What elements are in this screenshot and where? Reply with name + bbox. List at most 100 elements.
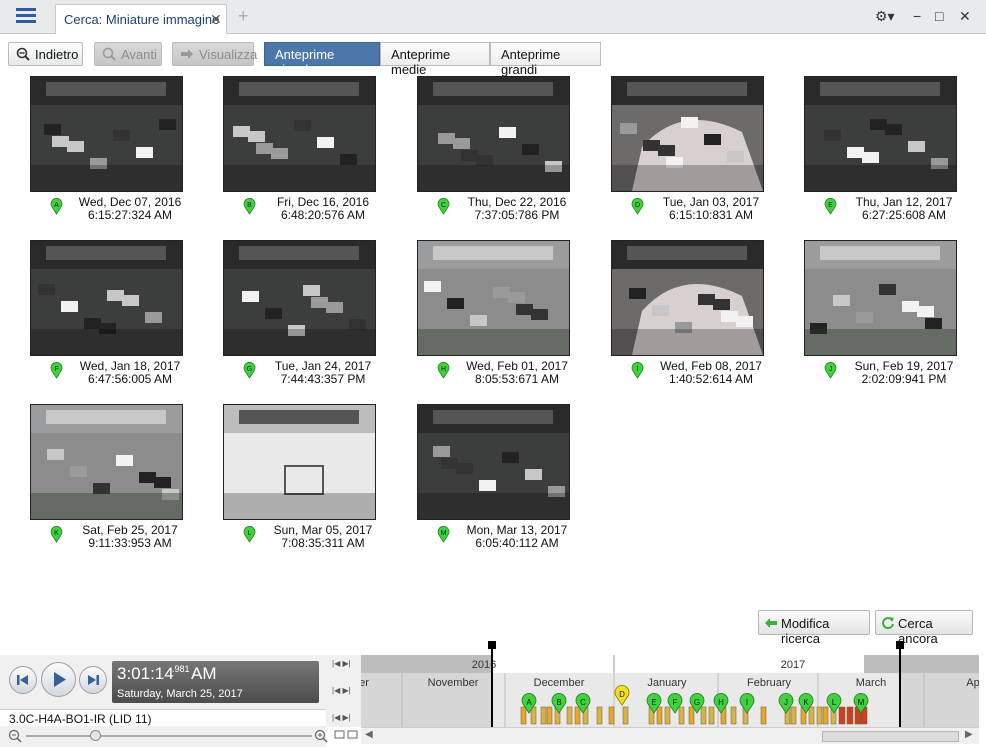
event-bar[interactable] <box>520 706 527 725</box>
thumbnail-caption: Thu, Dec 22, 2016 7:37:05:786 PM <box>452 196 582 222</box>
event-bar[interactable] <box>608 706 615 725</box>
event-bar[interactable] <box>838 706 846 725</box>
back-button[interactable]: Indietro <box>8 42 83 66</box>
range-start-knob[interactable] <box>488 641 496 649</box>
step-forward-button[interactable] <box>79 666 107 694</box>
event-bar[interactable] <box>760 706 767 725</box>
play-button[interactable] <box>41 662 76 697</box>
timeline-scrollbar[interactable]: ◀ ▶ <box>361 727 979 744</box>
zoom-slider-thumb[interactable] <box>90 730 101 741</box>
event-bar[interactable] <box>730 706 737 725</box>
view-button[interactable]: Visualizza <box>172 42 257 66</box>
thumbnail-i[interactable] <box>611 240 764 356</box>
event-bar[interactable] <box>656 706 663 725</box>
timeline-canvas[interactable]: 20162017berNovemberDecemberJanuaryFebrua… <box>361 655 979 727</box>
next-frame-icon[interactable]: |◀ ▶| <box>332 713 351 722</box>
thumbnail-g[interactable] <box>223 240 376 356</box>
thumbnail-e[interactable] <box>804 76 957 192</box>
thumbnail-caption: Sun, Feb 19, 2017 2:02:09:941 PM <box>839 360 969 386</box>
svg-text:A: A <box>54 202 59 209</box>
modify-search-button[interactable]: Modifica ricerca <box>758 610 870 646</box>
event-bar[interactable] <box>678 706 685 725</box>
search-again-button[interactable]: Cerca ancora <box>875 610 973 646</box>
timeline-month: January <box>647 677 687 689</box>
close-window-icon[interactable]: ✕ <box>959 8 971 25</box>
thumbnail-c[interactable] <box>417 76 570 192</box>
event-bar[interactable] <box>596 706 603 725</box>
thumbnail-image <box>31 77 182 191</box>
event-bar[interactable] <box>546 706 553 725</box>
event-bar[interactable] <box>822 706 829 725</box>
thumbnail-d[interactable] <box>611 76 764 192</box>
timeline-month: December <box>534 677 585 689</box>
timeline-options-icon[interactable] <box>334 728 360 742</box>
event-bar[interactable] <box>816 706 823 725</box>
range-end-knob[interactable] <box>896 641 904 649</box>
thumbnail-image <box>612 77 763 191</box>
svg-text:K: K <box>54 530 59 537</box>
thumbnail-f[interactable] <box>30 240 183 356</box>
add-tab-icon[interactable]: + <box>238 6 249 27</box>
size-option-1[interactable]: Anteprime medie <box>380 42 490 77</box>
zoom-in-icon <box>102 47 116 61</box>
thumbnail-image <box>612 241 763 355</box>
maximize-icon[interactable]: □ <box>935 8 943 24</box>
hamburger-menu-icon[interactable] <box>8 6 40 28</box>
svg-text:A: A <box>526 698 532 707</box>
time-value: 3:01:14 <box>117 664 174 683</box>
event-bar[interactable] <box>688 706 695 725</box>
scroll-right-icon[interactable]: ▶ <box>965 729 973 740</box>
timeline[interactable]: 20162017berNovemberDecemberJanuaryFebrua… <box>361 655 979 727</box>
marker-d-icon: D <box>631 198 644 215</box>
scroll-thumb[interactable] <box>822 731 959 742</box>
thumbnail-b[interactable] <box>223 76 376 192</box>
arrow-left-icon <box>765 618 777 628</box>
close-tab-icon[interactable]: ✕ <box>210 11 222 28</box>
first-frame-icon[interactable]: |◀ ▶| <box>332 659 351 668</box>
thumbnail-k[interactable] <box>30 404 183 520</box>
scroll-left-icon[interactable]: ◀ <box>365 729 373 740</box>
forward-button[interactable]: Avanti <box>94 42 162 66</box>
timeline-month: Ap <box>966 677 979 689</box>
thumbnail-m[interactable] <box>417 404 570 520</box>
settings-gear-icon[interactable]: ⚙▾ <box>875 8 895 25</box>
minimize-icon[interactable]: − <box>913 8 921 24</box>
thumbnail-l[interactable] <box>223 404 376 520</box>
event-bar[interactable] <box>574 706 581 725</box>
event-bar[interactable] <box>566 706 573 725</box>
svg-text:I: I <box>746 698 748 707</box>
thumbnail-caption: Sun, Mar 05, 2017 7:08:35:311 AM <box>258 524 388 550</box>
thumbnail-j[interactable] <box>804 240 957 356</box>
thumbnail-h[interactable] <box>417 240 570 356</box>
timeline-nav: |◀ ▶| |◀ ▶| |◀ ▶| <box>326 655 361 727</box>
event-bar[interactable] <box>664 706 671 725</box>
svg-text:M: M <box>858 698 865 707</box>
arrow-right-icon <box>181 49 193 59</box>
zoom-slider-track[interactable] <box>26 735 312 737</box>
thumbnail-a[interactable] <box>30 76 183 192</box>
step-back-button[interactable] <box>9 666 37 694</box>
size-option-2[interactable]: Anteprime grandi <box>490 42 601 77</box>
marker-c-icon: C <box>437 198 450 215</box>
event-bar[interactable] <box>622 706 629 725</box>
zoom-in-timeline-icon[interactable] <box>314 729 328 743</box>
tab-search-thumbnails[interactable]: Cerca: Miniature immagine ✕ <box>55 4 227 34</box>
prev-frame-icon[interactable]: |◀ ▶| <box>332 686 351 695</box>
event-bar[interactable] <box>846 706 854 725</box>
thumbnail-image <box>805 241 956 355</box>
event-bar[interactable] <box>808 706 815 725</box>
event-bar[interactable] <box>540 706 547 725</box>
svg-text:G: G <box>247 366 252 373</box>
event-bar[interactable] <box>708 706 715 725</box>
range-start-handle[interactable] <box>491 642 493 727</box>
thumbnail-image <box>224 405 375 519</box>
event-bar[interactable] <box>790 706 797 725</box>
range-end-handle[interactable] <box>899 642 901 727</box>
thumbnail-caption: Wed, Feb 08, 2017 1:40:52:614 AM <box>646 360 776 386</box>
zoom-out-icon <box>16 47 30 61</box>
event-bar[interactable] <box>700 706 707 725</box>
zoom-out-timeline-icon[interactable] <box>8 729 22 743</box>
timeline-month: November <box>428 677 479 689</box>
marker-f-icon: F <box>50 362 63 379</box>
size-option-0[interactable]: Anteprime piccole <box>264 42 380 77</box>
